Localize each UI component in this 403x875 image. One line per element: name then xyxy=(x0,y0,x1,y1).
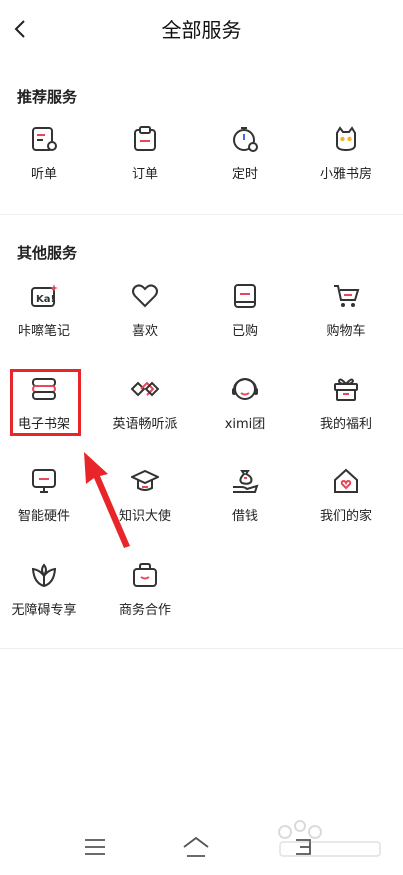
service-label: 定时 xyxy=(231,167,258,182)
service-kaca-notes[interactable]: Ka! 咔嚓笔记 xyxy=(4,282,84,354)
service-welfare[interactable]: 我的福利 xyxy=(306,375,386,447)
business-bag-icon xyxy=(133,563,157,587)
kaca-notes-icon: Ka! xyxy=(31,284,58,307)
service-label: 我们的家 xyxy=(319,509,372,524)
page-header: 全部服务 xyxy=(0,0,403,58)
service-label: 无障碍专享 xyxy=(11,603,77,618)
service-label: 商务合作 xyxy=(118,603,171,618)
service-label: 借钱 xyxy=(231,509,258,524)
service-label: 小雅书房 xyxy=(319,167,372,182)
playlist-icon xyxy=(32,127,57,151)
service-cart[interactable]: 购物车 xyxy=(306,282,386,354)
service-label: 已购 xyxy=(231,324,258,339)
service-label: ximi团 xyxy=(224,417,266,432)
order-icon xyxy=(134,126,156,151)
service-dingshi[interactable]: 定时 xyxy=(205,125,285,197)
menu-icon[interactable] xyxy=(84,838,106,856)
xiaoya-owl-icon xyxy=(336,126,356,152)
section-divider xyxy=(0,214,403,215)
service-label: 购物车 xyxy=(326,324,366,339)
service-purchased[interactable]: 已购 xyxy=(205,282,285,354)
page-title: 全部服务 xyxy=(161,18,242,42)
service-business[interactable]: 商务合作 xyxy=(105,561,185,633)
service-label: 我的福利 xyxy=(319,417,372,432)
svg-text:Ka!: Ka! xyxy=(36,294,55,305)
gift-icon xyxy=(334,378,358,401)
smart-device-icon xyxy=(32,469,56,493)
service-dingdan[interactable]: 订单 xyxy=(105,125,185,197)
english-listen-icon xyxy=(131,381,159,397)
service-ximi[interactable]: ximi团 xyxy=(205,375,285,447)
accessibility-leaf-icon xyxy=(31,563,57,588)
service-xiaoya[interactable]: 小雅书房 xyxy=(306,125,386,197)
home-icon[interactable] xyxy=(182,836,210,858)
ximi-group-icon xyxy=(232,377,258,400)
purchased-icon xyxy=(234,284,256,308)
service-smart-hardware[interactable]: 智能硬件 xyxy=(4,467,84,539)
watermark-logo xyxy=(278,820,381,857)
annotation-arrow-icon xyxy=(84,452,130,548)
service-label: 英语畅听派 xyxy=(112,417,178,432)
service-label: 喜欢 xyxy=(131,324,158,339)
home-heart-icon xyxy=(334,468,358,493)
service-label: 听单 xyxy=(30,167,57,182)
section-title-other: 其他服务 xyxy=(17,244,78,262)
service-our-home[interactable]: 我们的家 xyxy=(306,467,386,539)
service-like[interactable]: 喜欢 xyxy=(105,282,185,354)
service-loan[interactable]: 借钱 xyxy=(205,467,285,539)
service-accessibility[interactable]: 无障碍专享 xyxy=(4,561,84,633)
loan-hand-icon xyxy=(233,470,259,493)
cart-icon xyxy=(334,285,360,307)
highlight-box xyxy=(10,369,81,436)
service-english[interactable]: 英语畅听派 xyxy=(105,375,185,447)
service-label: 订单 xyxy=(131,167,158,182)
heart-icon xyxy=(132,284,158,308)
timer-icon xyxy=(233,127,258,152)
section-title-recommended: 推荐服务 xyxy=(17,88,78,106)
section-divider xyxy=(0,648,403,649)
service-label: 咔嚓笔记 xyxy=(17,324,70,339)
service-tingdan[interactable]: 听单 xyxy=(4,125,84,197)
